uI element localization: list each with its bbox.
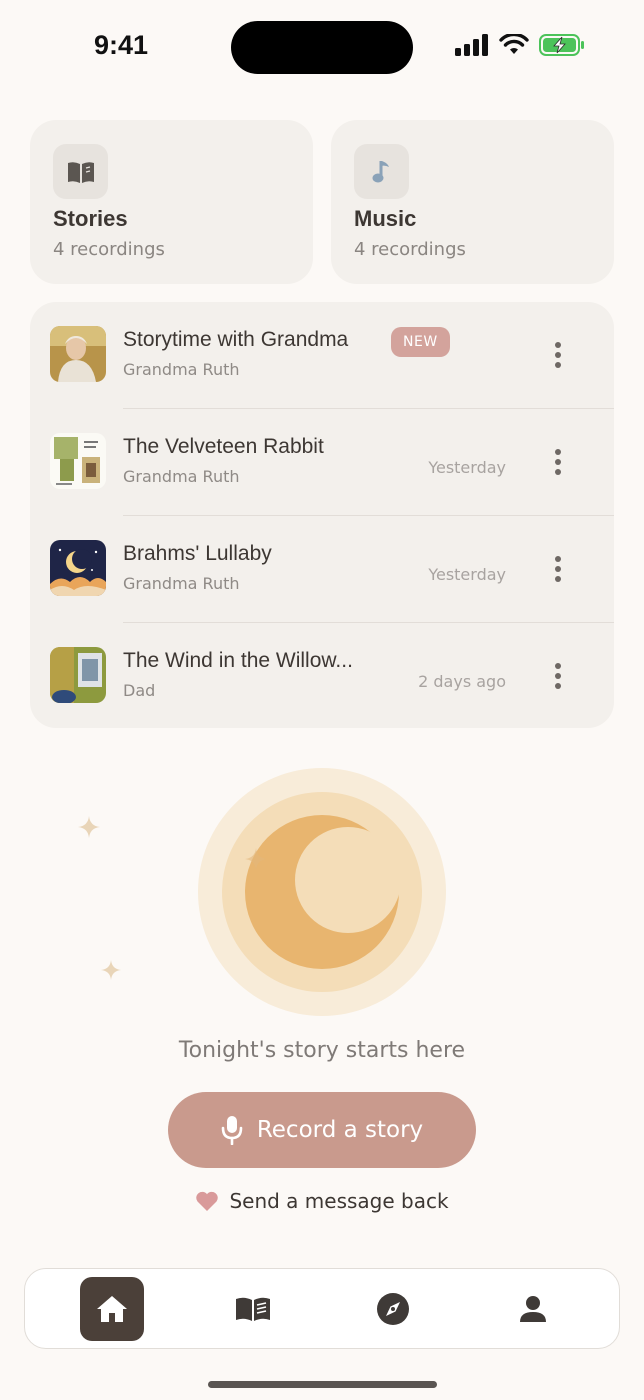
stories-card[interactable]: Stories 4 recordings	[30, 120, 313, 284]
recording-title: Storytime with Grandma	[123, 328, 349, 351]
recording-thumbnail	[50, 540, 106, 596]
list-item[interactable]: Storytime with Grandma NEW Grandma Ruth	[30, 302, 614, 409]
status-icons	[455, 34, 585, 56]
status-time: 9:41	[94, 30, 149, 60]
dot	[555, 576, 561, 582]
tab-profile[interactable]	[501, 1277, 565, 1341]
dot	[555, 673, 561, 679]
recording-thumbnail	[50, 326, 106, 382]
hero-illustration	[0, 760, 644, 1060]
recording-date: Yesterday	[428, 458, 506, 477]
tab-explore[interactable]	[361, 1277, 425, 1341]
music-note-icon	[372, 160, 389, 182]
recording-title: The Wind in the Willow...	[123, 649, 353, 672]
recording-author: Grandma Ruth	[123, 467, 240, 486]
sparkle-icon	[101, 960, 121, 980]
dot	[555, 566, 561, 572]
dot	[555, 469, 561, 475]
battery-icon	[539, 34, 584, 56]
record-story-button[interactable]: Record a story	[168, 1092, 476, 1168]
person-icon	[520, 1296, 546, 1322]
card-count: 4 recordings	[354, 239, 466, 260]
send-message-label: Send a message back	[229, 1189, 449, 1213]
microphone-icon	[221, 1116, 243, 1145]
dot	[555, 556, 561, 562]
more-options-button[interactable]	[548, 661, 568, 691]
list-item[interactable]: The Wind in the Willow... Dad 2 days ago	[30, 623, 614, 728]
card-icon-container	[354, 144, 409, 199]
compass-icon	[377, 1293, 409, 1325]
tab-library[interactable]	[221, 1277, 285, 1341]
book-icon	[67, 161, 94, 183]
category-cards: Stories 4 recordings Music 4 recordings	[30, 120, 614, 284]
dot	[555, 459, 561, 465]
recording-author: Grandma Ruth	[123, 360, 240, 379]
card-icon-container	[53, 144, 108, 199]
home-indicator	[208, 1381, 437, 1388]
recordings-list: Storytime with Grandma NEW Grandma Ruth …	[30, 302, 614, 728]
signal-icon	[455, 34, 488, 56]
sparkle-icon	[78, 816, 100, 838]
recording-date: Yesterday	[428, 565, 506, 584]
record-button-label: Record a story	[256, 1117, 424, 1143]
heart-icon	[196, 1191, 219, 1211]
more-options-button[interactable]	[548, 447, 568, 477]
dot	[555, 362, 561, 368]
recording-title: The Velveteen Rabbit	[123, 435, 324, 458]
send-message-link[interactable]: Send a message back	[0, 1189, 644, 1213]
wifi-icon	[499, 34, 529, 54]
dot	[555, 683, 561, 689]
recording-title: Brahms' Lullaby	[123, 542, 272, 565]
open-book-icon	[236, 1297, 270, 1321]
new-badge: NEW	[391, 327, 450, 357]
tab-home[interactable]	[80, 1277, 144, 1341]
list-item[interactable]: Brahms' Lullaby Grandma Ruth Yesterday	[30, 516, 614, 623]
more-options-button[interactable]	[548, 554, 568, 584]
dot	[555, 449, 561, 455]
dot	[555, 352, 561, 358]
status-bar: 9:41	[0, 0, 644, 92]
recording-date: 2 days ago	[418, 672, 506, 691]
tagline: Tonight's story starts here	[178, 1038, 466, 1063]
card-title: Music	[354, 206, 417, 231]
home-icon	[97, 1296, 127, 1322]
recording-thumbnail	[50, 433, 106, 489]
moon-icon	[245, 815, 399, 969]
dot	[555, 342, 561, 348]
recording-thumbnail	[50, 647, 106, 703]
recording-author: Dad	[123, 681, 156, 700]
card-count: 4 recordings	[53, 239, 165, 260]
dot	[555, 663, 561, 669]
sparkle-icon	[245, 848, 267, 870]
card-title: Stories	[53, 206, 128, 231]
recording-author: Grandma Ruth	[123, 574, 240, 593]
dynamic-island	[231, 21, 413, 74]
tab-bar	[24, 1268, 620, 1349]
list-item[interactable]: The Velveteen Rabbit Grandma Ruth Yester…	[30, 409, 614, 516]
music-card[interactable]: Music 4 recordings	[331, 120, 614, 284]
more-options-button[interactable]	[548, 340, 568, 370]
